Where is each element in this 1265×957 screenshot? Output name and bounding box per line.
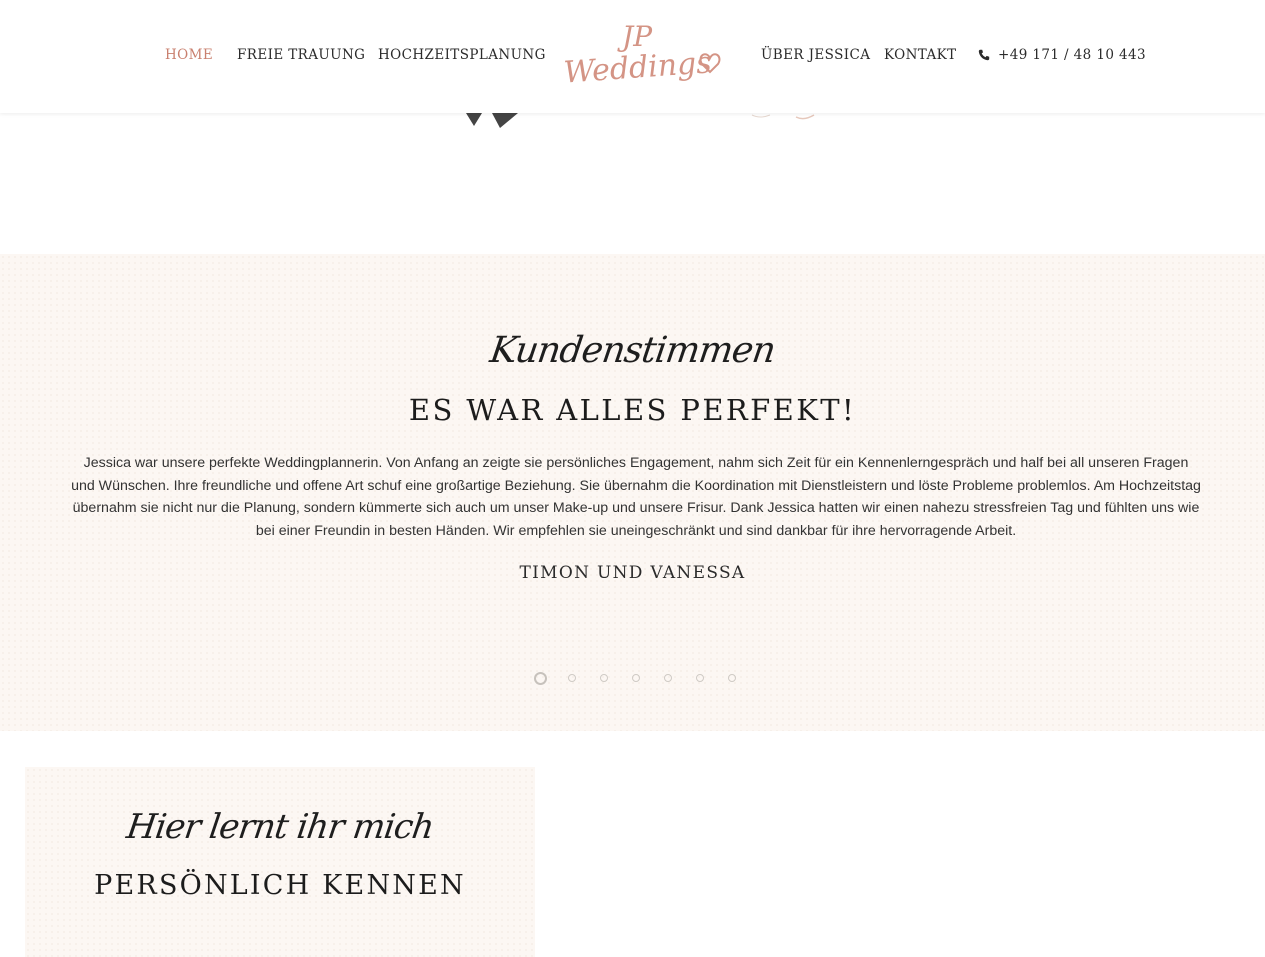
about-card: Hier lernt ihr mich PERSÖNLICH KENNEN <box>25 767 535 957</box>
slider-dot-6[interactable] <box>696 674 704 682</box>
testimonial-text: Jessica war unsere perfekte Weddingplann… <box>71 455 1201 539</box>
logo[interactable]: JP Weddings <box>560 14 730 98</box>
testimonial-heading: ES WAR ALLES PERFEKT! <box>408 393 857 427</box>
logo-monogram: JP <box>617 20 653 53</box>
logo-wordmark: Weddings <box>563 45 713 90</box>
site-header: HOME FREIE TRAUUNG HOCHZEITSPLANUNG JP W… <box>0 0 1265 113</box>
about-heading: PERSÖNLICH KENNEN <box>94 870 466 901</box>
about-script-title: Hier lernt ihr mich <box>124 807 436 847</box>
nav-hochzeitsplanung[interactable]: HOCHZEITSPLANUNG <box>378 47 546 63</box>
nav-phone[interactable]: +49 171 / 48 10 443 <box>998 47 1146 63</box>
slider-dot-5[interactable] <box>664 674 672 682</box>
nav-freie-trauung[interactable]: FREIE TRAUUNG <box>237 47 365 63</box>
slider-dot-3[interactable] <box>600 674 608 682</box>
testimonial-author: TIMON UND VANESSA <box>519 563 746 583</box>
testimonials-script-title: Kundenstimmen <box>487 330 778 371</box>
slider-dot-1[interactable] <box>534 672 547 685</box>
hero-remnant <box>0 113 1265 254</box>
slider-dot-7[interactable] <box>728 674 736 682</box>
nav-home[interactable]: HOME <box>165 47 213 63</box>
hero-decoration <box>466 113 815 128</box>
slider-dot-2[interactable] <box>568 674 576 682</box>
nav-ueber-jessica[interactable]: ÜBER JESSICA <box>761 47 870 63</box>
testimonials-section: Kundenstimmen ES WAR ALLES PERFEKT! Jess… <box>0 254 1265 731</box>
slider-dot-4[interactable] <box>632 674 640 682</box>
nav-kontakt[interactable]: KONTAKT <box>884 47 957 63</box>
phone-icon <box>978 48 990 61</box>
